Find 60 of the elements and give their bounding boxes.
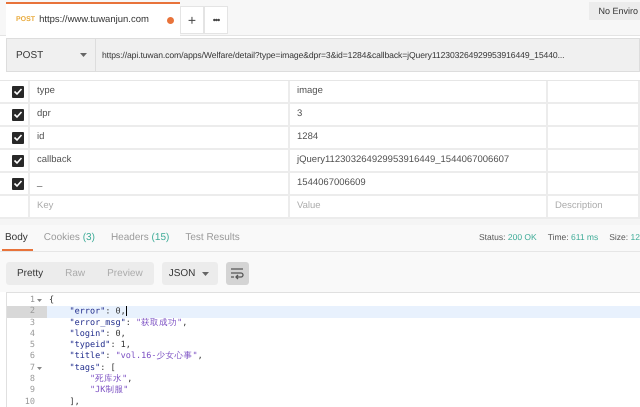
line-number: 3 [28, 318, 35, 329]
line-number: 9 [28, 385, 35, 397]
caret-icon [202, 272, 209, 276]
code-line: "JK制服" [88, 385, 128, 397]
code-line: { [48, 295, 54, 306]
status-value: 611 ms [571, 232, 598, 242]
tab-title: https://www.tuwanjun.com [39, 12, 150, 27]
code-line: ], [68, 396, 80, 407]
line-number: 1 [28, 295, 35, 306]
status-label: Status: [479, 232, 506, 242]
line-number: 7 [28, 362, 35, 374]
checkbox[interactable] [12, 132, 24, 144]
check-icon [13, 87, 23, 96]
check-icon [13, 110, 23, 119]
wrap-icon [230, 267, 245, 280]
status-value: 12 [630, 232, 640, 242]
new-tab-button[interactable]: + [180, 6, 204, 34]
code-line: "login": 0, [68, 328, 126, 340]
view-mode-button[interactable]: Pretty [6, 262, 54, 285]
param-key-cell[interactable]: dpr [30, 104, 290, 125]
line-number: 10 [24, 396, 35, 407]
format-dropdown[interactable]: JSON [162, 262, 218, 285]
more-button[interactable]: ••• [204, 6, 228, 34]
line-number: 2 [28, 306, 35, 318]
unsaved-dot [167, 16, 174, 24]
code-line: "error_msg": "获取成功", [68, 318, 188, 329]
status-label: Time: [548, 232, 569, 242]
checkbox[interactable] [12, 86, 24, 98]
caret-icon [80, 53, 87, 57]
code-line: "error": 0, [68, 306, 127, 318]
param-key-cell[interactable]: _ [30, 173, 290, 194]
method-dropdown[interactable]: POST [6, 38, 96, 72]
param-value-cell[interactable]: jQuery112303264929953916449_1544067006607 [290, 150, 548, 171]
line-number: 6 [28, 351, 35, 363]
checkbox[interactable] [12, 178, 24, 190]
line-number: 4 [28, 328, 35, 340]
code-line: "死库水", [88, 374, 132, 385]
checkbox[interactable] [12, 154, 24, 166]
wrap-button[interactable] [226, 262, 249, 285]
check-icon [13, 179, 23, 188]
check-icon [13, 133, 23, 142]
check-icon [13, 156, 23, 165]
param-value-cell[interactable]: 1284 [290, 127, 548, 148]
code-line: "title": "vol.16-少女心事", [68, 351, 203, 363]
line-number: 8 [28, 374, 35, 386]
environment-dropdown[interactable]: No Enviro [589, 2, 640, 20]
status-value: 200 OK [508, 232, 537, 242]
param-key-cell[interactable]: type [30, 81, 290, 102]
param-value-cell[interactable]: image [290, 81, 548, 102]
param-key-cell[interactable]: callback [30, 150, 290, 171]
param-key-cell[interactable]: id [30, 127, 290, 148]
param-value-cell[interactable]: 1544067006609 [290, 173, 548, 194]
checkbox[interactable] [12, 108, 24, 120]
method-label: POST [16, 48, 44, 62]
url-field[interactable]: https://api.tuwan.com/apps/Welfare/detail?type=image&dpr=3&id=1284&callback=jQuery112303264929953916449_15440... [96, 38, 640, 72]
status-label: Size: [609, 232, 628, 242]
code-line: "typeid": 1, [68, 340, 131, 352]
param-value-cell[interactable]: 3 [290, 104, 548, 125]
code-line: "tags": [ [68, 362, 116, 374]
line-number: 5 [28, 340, 35, 352]
